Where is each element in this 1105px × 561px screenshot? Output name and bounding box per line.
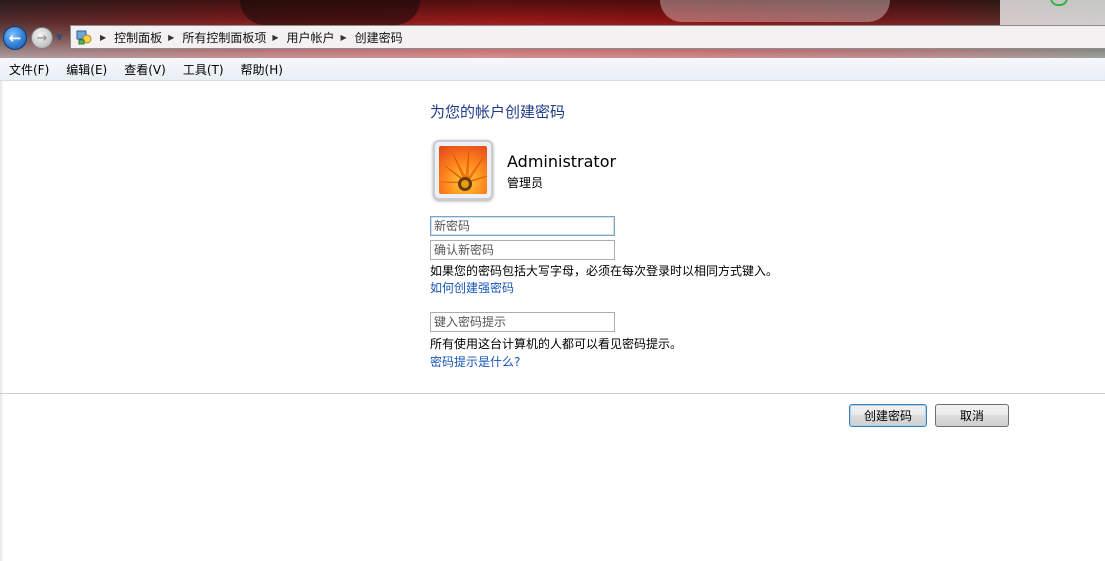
confirm-password-input[interactable] [430, 240, 615, 260]
hint-visibility-note: 所有使用这台计算机的人都可以看见密码提示。 [430, 337, 683, 351]
case-sensitivity-note: 如果您的密码包括大写字母，必须在每次登录时以相同方式键入。 [430, 264, 779, 278]
user-name: Administrator [507, 152, 617, 171]
titlebar-background-shape [240, 0, 420, 25]
password-hint-help-link[interactable]: 密码提示是什么? [430, 353, 520, 370]
user-role: 管理员 [507, 176, 544, 190]
divider [0, 393, 1105, 394]
menu-tools[interactable]: 工具(T) [174, 61, 232, 78]
forward-arrow-icon: → [36, 30, 48, 46]
titlebar-background-shape [660, 0, 890, 22]
new-password-input[interactable] [430, 216, 615, 236]
back-button[interactable]: ← [3, 26, 27, 50]
create-password-button[interactable]: 创建密码 [849, 404, 927, 427]
menu-edit[interactable]: 编辑(E) [57, 61, 115, 78]
recent-pages-dropdown[interactable]: ▼ [56, 33, 63, 43]
menu-bar: 文件(F) 编辑(E) 查看(V) 工具(T) 帮助(H) [0, 58, 1105, 81]
menu-file[interactable]: 文件(F) [0, 61, 57, 78]
breadcrumb-separator-icon[interactable]: ▶ [168, 33, 174, 42]
menu-view[interactable]: 查看(V) [115, 61, 174, 78]
address-bar[interactable]: ▶ 控制面板 ▶ 所有控制面板项 ▶ 用户帐户 ▶ 创建密码 [70, 25, 1105, 49]
breadcrumb-separator-icon[interactable]: ▶ [341, 33, 347, 42]
page-title: 为您的帐户创建密码 [430, 103, 566, 121]
breadcrumb-user-accounts[interactable]: 用户帐户 [287, 29, 335, 46]
back-arrow-icon: ← [8, 29, 22, 47]
flower-picture-icon [439, 146, 487, 194]
control-panel-icon [74, 27, 94, 47]
breadcrumb-separator-icon[interactable]: ▶ [100, 33, 106, 42]
menu-help[interactable]: 帮助(H) [232, 61, 291, 78]
password-hint-input[interactable] [430, 312, 615, 332]
breadcrumb-separator-icon[interactable]: ▶ [272, 33, 278, 42]
strong-password-link[interactable]: 如何创建强密码 [430, 279, 514, 296]
breadcrumb-control-panel[interactable]: 控制面板 [114, 29, 162, 46]
forward-button[interactable]: → [31, 27, 53, 49]
breadcrumb-create-password[interactable]: 创建密码 [355, 29, 403, 46]
window-titlebar: ← → ▼ ▶ 控制面板 ▶ 所有控制面板项 ▶ 用户帐户 ▶ 创建密码 [0, 0, 1105, 58]
cancel-button[interactable]: 取消 [935, 404, 1009, 427]
breadcrumb-all-items[interactable]: 所有控制面板项 [182, 29, 266, 46]
user-avatar [433, 140, 493, 200]
pane-edge [0, 81, 4, 561]
